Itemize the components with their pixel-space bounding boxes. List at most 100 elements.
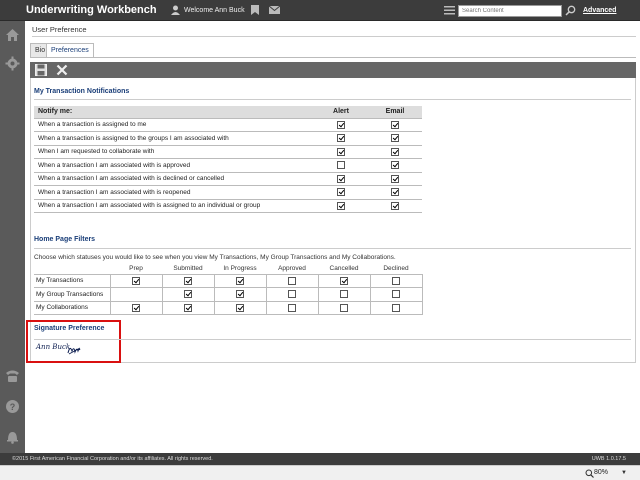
left-rail: ? bbox=[0, 21, 25, 453]
table-row: When I am requested to collaborate with bbox=[34, 145, 422, 159]
column-header-alert: Alert bbox=[314, 106, 368, 119]
status-checkbox[interactable] bbox=[236, 276, 244, 285]
status-checkbox[interactable] bbox=[184, 276, 192, 285]
alert-checkbox[interactable] bbox=[337, 174, 345, 183]
column-header-status: In Progress bbox=[214, 264, 266, 275]
notification-label: When I am requested to collaborate with bbox=[34, 145, 314, 159]
toolbar bbox=[30, 62, 636, 78]
notification-label: When a transaction is assigned to the gr… bbox=[34, 131, 314, 146]
status-checkbox[interactable] bbox=[340, 303, 348, 312]
chevron-down-icon[interactable]: ▼ bbox=[621, 470, 627, 476]
notification-label: When a transaction I am associated with … bbox=[34, 199, 314, 213]
notifications-title: My Transaction Notifications bbox=[34, 88, 130, 95]
filter-row-label: My Collaborations bbox=[34, 300, 111, 315]
filters-title: Home Page Filters bbox=[34, 236, 96, 243]
email-checkbox[interactable] bbox=[391, 147, 399, 156]
menu-icon[interactable] bbox=[444, 6, 455, 15]
table-row: When a transaction I am associated with … bbox=[34, 158, 422, 173]
status-checkbox[interactable] bbox=[132, 303, 140, 312]
status-checkbox[interactable] bbox=[236, 303, 244, 312]
zoom-icon[interactable] bbox=[585, 469, 594, 478]
alert-checkbox[interactable] bbox=[337, 161, 345, 170]
advanced-search-link[interactable]: Advanced bbox=[583, 7, 616, 14]
bookmark-icon[interactable] bbox=[251, 5, 259, 15]
table-row: My Collaborations bbox=[34, 300, 423, 315]
notification-label: When a transaction I am associated with … bbox=[34, 158, 314, 173]
alert-checkbox[interactable] bbox=[337, 120, 345, 129]
status-checkbox[interactable] bbox=[288, 290, 296, 299]
notification-label: When a transaction is assigned to me bbox=[34, 118, 314, 132]
email-checkbox[interactable] bbox=[391, 201, 399, 210]
top-bar: Underwriting Workbench Welcome Ann Buck … bbox=[0, 0, 640, 21]
status-checkbox[interactable] bbox=[288, 276, 296, 285]
table-row: My Group Transactions bbox=[34, 287, 423, 302]
app-title[interactable]: Underwriting Workbench bbox=[26, 4, 157, 16]
table-row: When a transaction I am associated with … bbox=[34, 172, 422, 186]
notification-label: When a transaction I am associated with … bbox=[34, 185, 314, 200]
mail-icon[interactable] bbox=[269, 6, 280, 14]
footer: ©2015 First American Financial Corporati… bbox=[0, 453, 640, 465]
column-header-email: Email bbox=[368, 106, 422, 119]
signature-text: Ann Buck bbox=[36, 343, 71, 351]
status-checkbox[interactable] bbox=[392, 276, 400, 285]
column-header-status: Submitted bbox=[162, 264, 214, 275]
column-header-notify: Notify me: bbox=[34, 106, 314, 119]
status-checkbox[interactable] bbox=[132, 276, 140, 285]
column-header-status: Prep bbox=[110, 264, 162, 275]
home-icon[interactable] bbox=[5, 27, 20, 42]
signature-title: Signature Preference bbox=[34, 325, 105, 332]
filter-row-label: My Group Transactions bbox=[34, 287, 111, 302]
table-row: When a transaction I am associated with … bbox=[34, 185, 422, 200]
alert-checkbox[interactable] bbox=[337, 134, 345, 143]
divider bbox=[34, 99, 631, 100]
status-checkbox[interactable] bbox=[236, 290, 244, 299]
search-input[interactable] bbox=[458, 5, 562, 17]
status-checkbox[interactable] bbox=[184, 290, 192, 299]
email-checkbox[interactable] bbox=[391, 120, 399, 129]
column-header-status: Approved bbox=[266, 264, 318, 275]
email-checkbox[interactable] bbox=[391, 134, 399, 143]
tab-preferences[interactable]: Preferences bbox=[46, 43, 94, 58]
alert-checkbox[interactable] bbox=[337, 147, 345, 156]
table-row: When a transaction I am associated with … bbox=[34, 199, 422, 213]
divider bbox=[34, 248, 631, 249]
status-checkbox[interactable] bbox=[184, 303, 192, 312]
close-icon[interactable] bbox=[56, 64, 68, 76]
email-checkbox[interactable] bbox=[391, 174, 399, 183]
signature-scribble-icon[interactable] bbox=[67, 343, 81, 355]
column-header-blank bbox=[34, 264, 110, 275]
phone-icon[interactable] bbox=[5, 368, 20, 383]
table-row: When a transaction is assigned to the gr… bbox=[34, 131, 422, 146]
status-checkbox[interactable] bbox=[340, 290, 348, 299]
save-icon[interactable] bbox=[35, 64, 47, 76]
alert-checkbox[interactable] bbox=[337, 188, 345, 197]
filters-table: Prep Submitted In Progress Approved Cancelle… bbox=[34, 264, 423, 315]
email-checkbox[interactable] bbox=[391, 188, 399, 197]
status-checkbox[interactable] bbox=[392, 303, 400, 312]
bell-icon[interactable] bbox=[5, 429, 20, 444]
search-icon[interactable] bbox=[565, 5, 576, 16]
table-row: My Transactions bbox=[34, 273, 423, 288]
welcome-text: Welcome Ann Buck bbox=[184, 7, 245, 14]
divider bbox=[32, 36, 636, 37]
version-text: UWB 1.0.17.5 bbox=[591, 456, 626, 462]
notifications-table: Notify me: Alert Email When a transactio… bbox=[34, 106, 422, 213]
filters-description: Choose which statuses you would like to … bbox=[34, 254, 396, 261]
status-checkbox[interactable] bbox=[340, 276, 348, 285]
gear-icon[interactable] bbox=[5, 56, 20, 71]
column-header-status: Cancelled bbox=[318, 264, 370, 275]
filter-row-label: My Transactions bbox=[34, 273, 111, 288]
table-row: When a transaction is assigned to me bbox=[34, 118, 422, 132]
column-header-status: Declined bbox=[370, 264, 422, 275]
user-icon[interactable] bbox=[171, 5, 180, 15]
alert-checkbox[interactable] bbox=[337, 201, 345, 210]
copyright-text: ©2015 First American Financial Corporati… bbox=[12, 456, 213, 462]
notification-label: When a transaction I am associated with … bbox=[34, 172, 314, 186]
tab-divider bbox=[30, 57, 636, 58]
zoom-level[interactable]: 80% bbox=[594, 469, 608, 476]
status-bar: 80% ▼ bbox=[0, 465, 640, 480]
email-checkbox[interactable] bbox=[391, 161, 399, 170]
status-checkbox[interactable] bbox=[288, 303, 296, 312]
status-checkbox[interactable] bbox=[392, 290, 400, 299]
help-icon[interactable]: ? bbox=[5, 399, 20, 414]
